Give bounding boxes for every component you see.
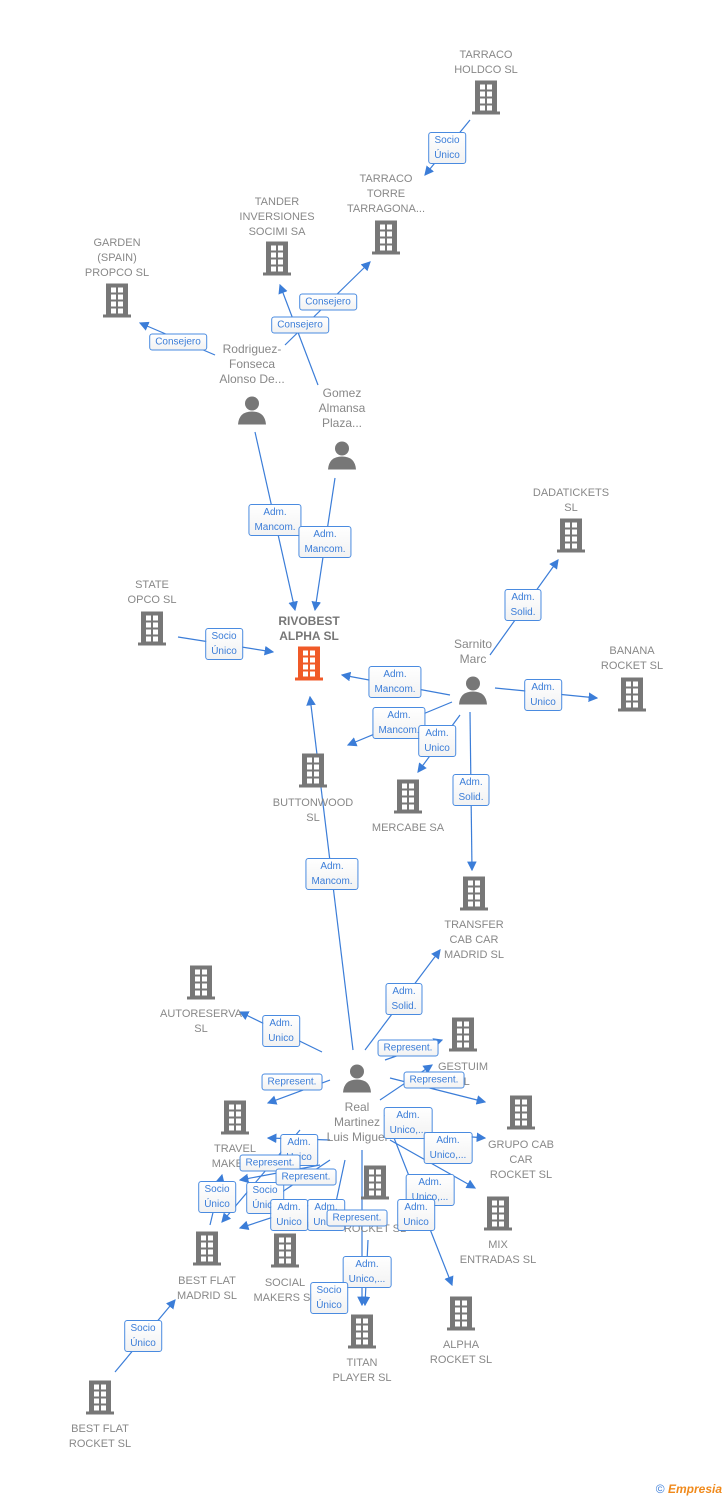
building-icon[interactable] — [460, 876, 488, 916]
building-icon[interactable] — [103, 283, 131, 323]
edge-label: Adm. Unico — [397, 1199, 435, 1231]
node-label-rivobest[interactable]: RIVOBEST ALPHA SL — [254, 614, 364, 644]
copyright-symbol: © — [655, 1482, 665, 1496]
node-label-tander[interactable]: TANDER INVERSIONES SOCIMI SA — [222, 195, 332, 240]
node-label-banana[interactable]: BANANA ROCKET SL — [577, 644, 687, 674]
node-label-bfrocket[interactable]: BEST FLAT ROCKET SL — [45, 1422, 155, 1452]
person-icon[interactable] — [237, 395, 267, 430]
edge-label: Adm. Mancom. — [248, 504, 302, 536]
edge-label: Socio Único — [428, 132, 466, 164]
building-icon[interactable] — [221, 1100, 249, 1140]
edge-label: Consejero — [299, 293, 357, 311]
building-icon[interactable] — [193, 1231, 221, 1271]
edge-label: Socio Único — [198, 1181, 236, 1213]
building-icon[interactable] — [86, 1380, 114, 1420]
building-icon[interactable] — [507, 1095, 535, 1135]
edge-label: Adm. Solid. — [385, 983, 423, 1015]
node-label-titan[interactable]: TITAN PLAYER SL — [307, 1356, 417, 1386]
edge-label: Represent. — [377, 1039, 439, 1057]
edge-label: Adm. Unico — [270, 1199, 308, 1231]
building-icon[interactable] — [295, 646, 323, 686]
edge-label: Adm. Unico,... — [342, 1256, 392, 1288]
brand-logo: Empresia — [667, 1482, 722, 1496]
node-label-mercabe[interactable]: MERCABE SA — [353, 821, 463, 836]
edge-label: Adm. Mancom. — [368, 666, 422, 698]
building-icon[interactable] — [484, 1196, 512, 1236]
person-icon[interactable] — [458, 675, 488, 710]
building-icon[interactable] — [394, 779, 422, 819]
node-label-gomez[interactable]: Gomez Almansa Plaza... — [287, 386, 397, 431]
edge-label: Socio Único — [124, 1320, 162, 1352]
edge-label: Represent. — [261, 1073, 323, 1091]
building-icon[interactable] — [271, 1233, 299, 1273]
edge-label: Socio Único — [310, 1282, 348, 1314]
edge-label: Consejero — [149, 333, 207, 351]
building-icon[interactable] — [557, 518, 585, 558]
building-icon[interactable] — [447, 1296, 475, 1336]
person-icon[interactable] — [342, 1063, 372, 1098]
building-icon[interactable] — [263, 241, 291, 281]
node-label-tarraco_holdco[interactable]: TARRACO HOLDCO SL — [431, 48, 541, 78]
edge-label: Consejero — [271, 316, 329, 334]
footer-brand: © Empresia — [656, 1482, 722, 1496]
node-label-tarraco_torre[interactable]: TARRACO TORRE TARRAGONA... — [331, 172, 441, 217]
edge-label: Adm. Mancom. — [305, 858, 359, 890]
edge-label: Adm. Solid. — [504, 589, 542, 621]
node-label-garden[interactable]: GARDEN (SPAIN) PROPCO SL — [62, 236, 172, 281]
node-label-sarnito[interactable]: Sarnito Marc — [418, 637, 528, 667]
building-icon[interactable] — [361, 1165, 389, 1205]
building-icon[interactable] — [187, 965, 215, 1005]
edge-label: Adm. Solid. — [452, 774, 490, 806]
edge-label: Represent. — [326, 1209, 388, 1227]
node-label-buttonwood[interactable]: BUTTONWOOD SL — [258, 796, 368, 826]
node-label-alpha[interactable]: ALPHA ROCKET SL — [406, 1338, 516, 1368]
network-diagram: © Empresia TARRACO HOLDCO SL TARRACO TORR… — [0, 0, 728, 1500]
building-icon[interactable] — [348, 1314, 376, 1354]
edge-label: Adm. Unico,... — [423, 1132, 473, 1164]
building-icon[interactable] — [372, 220, 400, 260]
person-icon[interactable] — [327, 440, 357, 475]
building-icon[interactable] — [138, 611, 166, 651]
edge-label: Adm. Unico — [262, 1015, 300, 1047]
node-label-rodriguez[interactable]: Rodriguez- Fonseca Alonso De... — [197, 342, 307, 387]
building-icon[interactable] — [472, 80, 500, 120]
edge-label: Socio Único — [205, 628, 243, 660]
node-label-transfer[interactable]: TRANSFER CAB CAR MADRID SL — [419, 918, 529, 963]
edge-label: Adm. Unico — [524, 679, 562, 711]
node-label-grupo[interactable]: GRUPO CAB CAR ROCKET SL — [466, 1138, 576, 1183]
node-label-autoreserva[interactable]: AUTORESERVA SL — [146, 1007, 256, 1037]
node-label-mix[interactable]: MIX ENTRADAS SL — [443, 1238, 553, 1268]
building-icon[interactable] — [299, 753, 327, 793]
edge-label: Represent. — [275, 1168, 337, 1186]
node-label-dadatickets[interactable]: DADATICKETS SL — [516, 486, 626, 516]
edge-label: Adm. Unico — [418, 725, 456, 757]
building-icon[interactable] — [618, 677, 646, 717]
node-label-state[interactable]: STATE OPCO SL — [97, 578, 207, 608]
edge-label: Represent. — [403, 1071, 465, 1089]
edge-label: Adm. Mancom. — [298, 526, 352, 558]
building-icon[interactable] — [449, 1017, 477, 1057]
